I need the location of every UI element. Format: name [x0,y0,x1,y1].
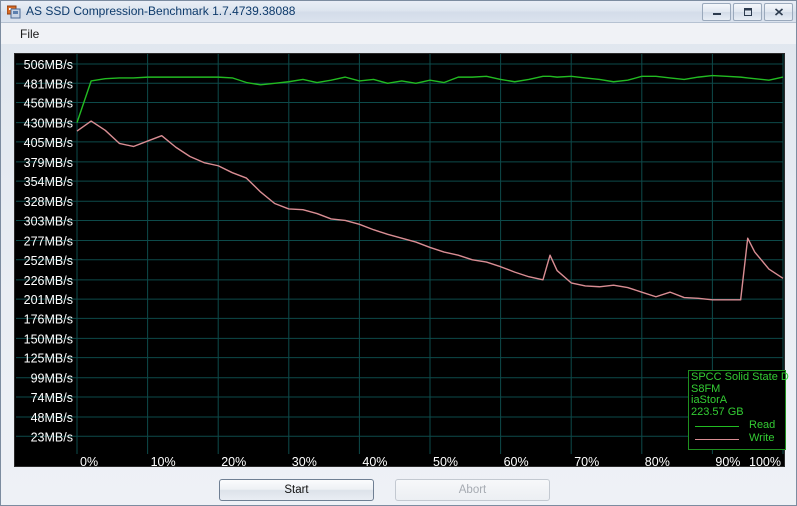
svg-text:20%: 20% [221,455,246,466]
svg-text:176MB/s: 176MB/s [24,312,73,326]
chart-canvas: 506MB/s 481MB/s 456MB/s 430MB/s 405MB/s 379MB… [16,54,784,466]
legend-label-read: Read [749,419,776,431]
legend-device-info: SPCC Solid State D S8FM iaStorA 223.57 G… [691,372,791,418]
minimize-button[interactable] [702,3,731,21]
svg-text:226MB/s: 226MB/s [24,274,73,288]
svg-text:252MB/s: 252MB/s [24,254,73,268]
svg-text:74MB/s: 74MB/s [31,391,73,405]
menu-item-file[interactable]: File [15,26,44,42]
close-button[interactable] [764,3,793,21]
app-icon [6,5,21,19]
legend-series-rows: Read Write [691,419,787,446]
benchmark-chart: 506MB/s 481MB/s 456MB/s 430MB/s 405MB/s 379MB… [14,53,789,467]
svg-text:456MB/s: 456MB/s [24,97,73,111]
svg-text:90%: 90% [715,455,740,466]
app-window: AS SSD Compression-Benchmark 1.7.4739.38… [0,0,797,506]
svg-text:40%: 40% [362,455,387,466]
svg-text:379MB/s: 379MB/s [24,156,73,170]
svg-text:481MB/s: 481MB/s [24,77,73,91]
svg-text:70%: 70% [574,455,599,466]
legend-capacity: 223.57 GB [691,405,744,418]
svg-text:150MB/s: 150MB/s [24,332,73,346]
svg-text:23MB/s: 23MB/s [31,430,73,444]
svg-text:99MB/s: 99MB/s [31,372,73,386]
svg-text:328MB/s: 328MB/s [24,195,73,209]
legend-controller: iaStorA [691,394,728,406]
legend-row-write: Write [691,432,787,446]
legend-device-line1: SPCC Solid State D [691,372,789,383]
window-controls [702,3,793,21]
svg-text:100%: 100% [749,455,781,466]
title-bar: AS SSD Compression-Benchmark 1.7.4739.38… [1,1,796,23]
svg-text:201MB/s: 201MB/s [24,293,73,307]
abort-button: Abort [395,479,550,501]
svg-text:506MB/s: 506MB/s [24,58,73,72]
chart-legend: SPCC Solid State D S8FM iaStorA 223.57 G… [688,370,789,450]
menu-bar: File [1,23,796,44]
button-bar: Start Abort [1,473,796,505]
svg-text:60%: 60% [504,455,529,466]
window-title: AS SSD Compression-Benchmark 1.7.4739.38… [26,4,296,18]
maximize-button[interactable] [733,3,762,21]
svg-text:48MB/s: 48MB/s [31,411,73,425]
svg-text:50%: 50% [433,455,458,466]
start-button[interactable]: Start [219,479,374,501]
legend-swatch-write [695,439,739,440]
svg-text:30%: 30% [292,455,317,466]
svg-text:0%: 0% [80,455,98,466]
legend-label-write: Write [749,432,775,444]
legend-swatch-read [695,426,739,427]
svg-text:277MB/s: 277MB/s [24,235,73,249]
svg-text:125MB/s: 125MB/s [24,352,73,366]
svg-text:405MB/s: 405MB/s [24,136,73,150]
svg-text:10%: 10% [151,455,176,466]
svg-text:303MB/s: 303MB/s [24,214,73,228]
svg-text:430MB/s: 430MB/s [24,117,73,131]
svg-text:354MB/s: 354MB/s [24,175,73,189]
svg-text:80%: 80% [645,455,670,466]
